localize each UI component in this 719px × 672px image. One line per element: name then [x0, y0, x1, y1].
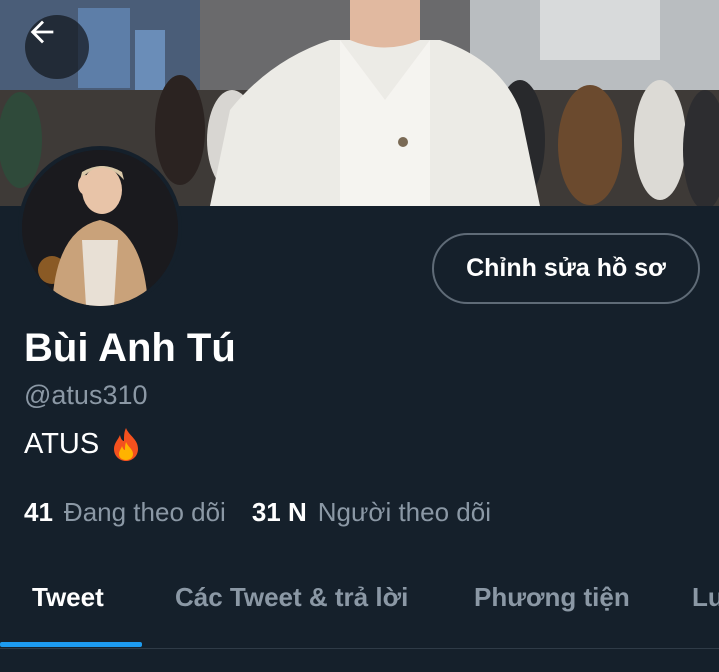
avatar-image [22, 150, 178, 306]
followers-count[interactable]: 31 N [252, 497, 307, 528]
user-handle: @atus310 [24, 380, 148, 410]
tab-media[interactable]: Phương tiện [474, 582, 630, 613]
profile-bio: ATUS [24, 426, 141, 462]
following-count[interactable]: 41 [24, 497, 53, 528]
bio-text: ATUS [24, 427, 100, 460]
edit-profile-button[interactable]: Chỉnh sửa hồ sơ [432, 233, 700, 304]
tabs-divider [0, 648, 719, 649]
display-name: Bùi Anh Tú [24, 326, 236, 370]
tab-tweets-and-replies[interactable]: Các Tweet & trả lời [175, 582, 408, 613]
tab-tweets[interactable]: Tweet [32, 582, 104, 613]
profile-avatar[interactable] [18, 146, 182, 310]
fire-icon [111, 426, 141, 462]
following-label[interactable]: Đang theo dõi [64, 497, 226, 528]
followers-label[interactable]: Người theo dõi [318, 497, 491, 528]
follow-stats: 41 Đang theo dõi 31 N Người theo dõi [24, 497, 491, 528]
active-tab-indicator [0, 642, 142, 647]
tab-likes[interactable]: Lư [692, 582, 719, 613]
profile-tabs: Tweet Các Tweet & trả lời Phương tiện Lư [0, 566, 719, 648]
arrow-left-icon [30, 20, 54, 44]
back-button[interactable] [25, 15, 89, 79]
